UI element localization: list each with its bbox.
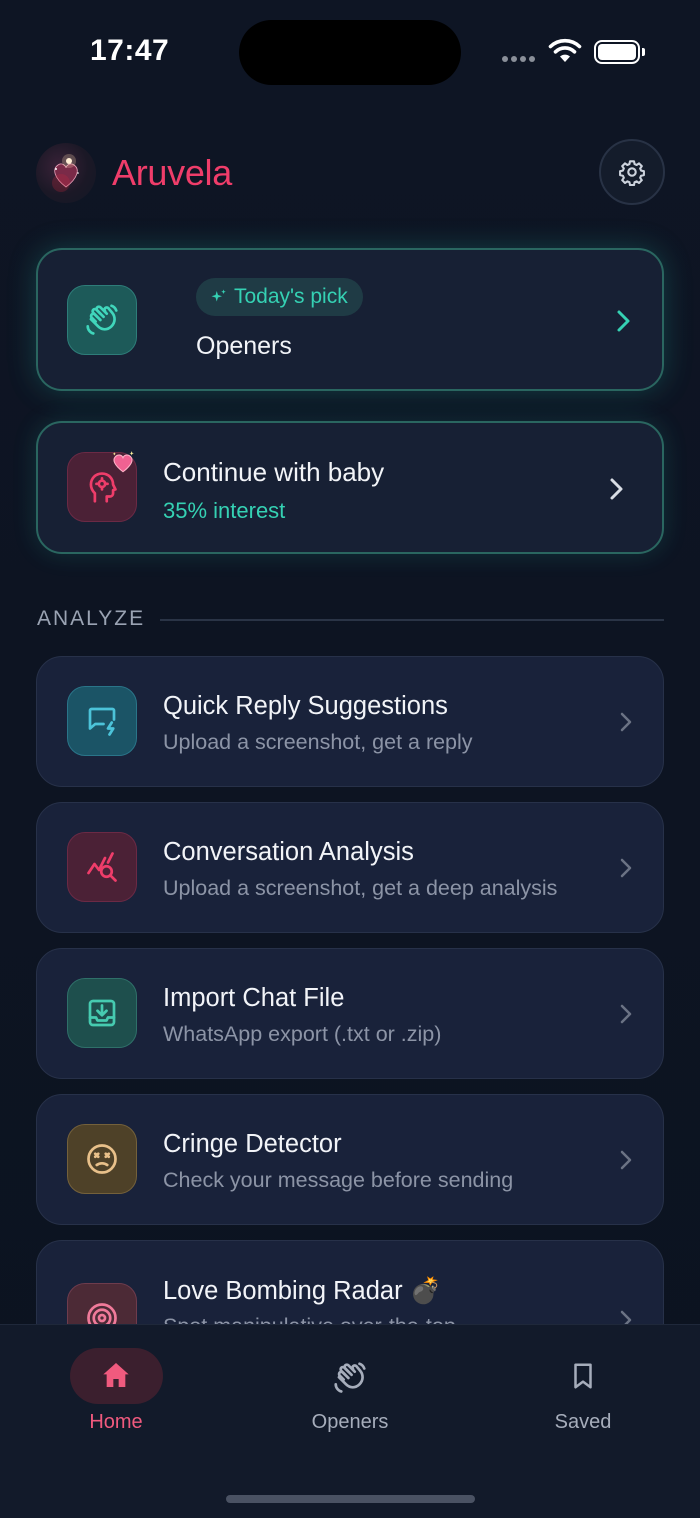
tab-openers[interactable]: Openers — [270, 1325, 430, 1455]
continue-chat-card[interactable]: Continue with baby 35% interest — [36, 421, 664, 554]
todays-pick-title: Openers — [196, 332, 292, 360]
home-indicator — [226, 1495, 475, 1503]
row-subtitle: Upload a screenshot, get a deep analysis — [163, 876, 558, 900]
chevron-right-icon — [620, 858, 632, 878]
interest-level: 35% interest — [163, 498, 286, 523]
tab-label: Saved — [554, 1411, 612, 1433]
row-title: Cringe Detector — [163, 1130, 342, 1158]
tab-saved[interactable]: Saved — [503, 1325, 663, 1455]
home-screen: 17:47 Aruvela Today's pick Openers Conti… — [0, 0, 700, 1518]
cellular-signal-icon — [502, 56, 535, 62]
row-title: Import Chat File — [163, 984, 345, 1012]
home-icon — [36, 1359, 196, 1391]
app-logo — [36, 143, 96, 203]
wave-hand-icon — [270, 1359, 430, 1397]
dizzy-face-icon — [67, 1124, 137, 1194]
section-label-analyze: ANALYZE — [37, 607, 146, 630]
chart-search-icon — [67, 832, 137, 902]
gear-icon — [619, 160, 645, 186]
row-subtitle: Check your message before sending — [163, 1168, 514, 1192]
wave-hand-icon — [67, 285, 137, 355]
list-item-quick-reply[interactable]: Quick Reply Suggestions Upload a screens… — [36, 656, 664, 787]
bookmark-icon — [503, 1359, 663, 1393]
dynamic-island — [239, 20, 461, 85]
todays-pick-badge: Today's pick — [196, 278, 363, 316]
list-item-cringe-detector[interactable]: Cringe Detector Check your message befor… — [36, 1094, 664, 1225]
chevron-right-icon — [620, 1150, 632, 1170]
bottom-tab-bar: Home Openers Saved — [0, 1324, 700, 1518]
row-subtitle: WhatsApp export (.txt or .zip) — [163, 1022, 442, 1046]
list-item-import-chat[interactable]: Import Chat File WhatsApp export (.txt o… — [36, 948, 664, 1079]
settings-button[interactable] — [599, 139, 665, 205]
chevron-right-icon — [620, 1004, 632, 1024]
sparkling-heart-icon — [112, 451, 134, 473]
continue-title: Continue with baby — [163, 457, 385, 487]
sparkle-icon — [211, 289, 226, 302]
battery-icon — [594, 40, 645, 64]
tab-home[interactable]: Home — [36, 1325, 196, 1455]
chat-bolt-icon — [67, 686, 137, 756]
download-tray-icon — [67, 978, 137, 1048]
status-time: 17:47 — [90, 34, 170, 67]
app-title: Aruvela — [112, 152, 232, 193]
section-divider — [160, 619, 664, 621]
tab-label: Home — [89, 1411, 143, 1433]
row-title: Quick Reply Suggestions — [163, 692, 448, 720]
row-title: Love Bombing Radar 💣 — [163, 1277, 442, 1305]
tab-label: Openers — [311, 1411, 389, 1433]
chevron-right-icon — [617, 310, 630, 332]
chevron-right-icon — [620, 712, 632, 732]
chevron-right-icon — [610, 478, 623, 500]
badge-label: Today's pick — [234, 285, 348, 308]
todays-pick-card[interactable]: Today's pick Openers — [36, 248, 664, 391]
row-title: Conversation Analysis — [163, 838, 414, 866]
list-item-conversation-analysis[interactable]: Conversation Analysis Upload a screensho… — [36, 802, 664, 933]
wifi-icon — [548, 38, 582, 62]
row-subtitle: Upload a screenshot, get a reply — [163, 730, 473, 754]
